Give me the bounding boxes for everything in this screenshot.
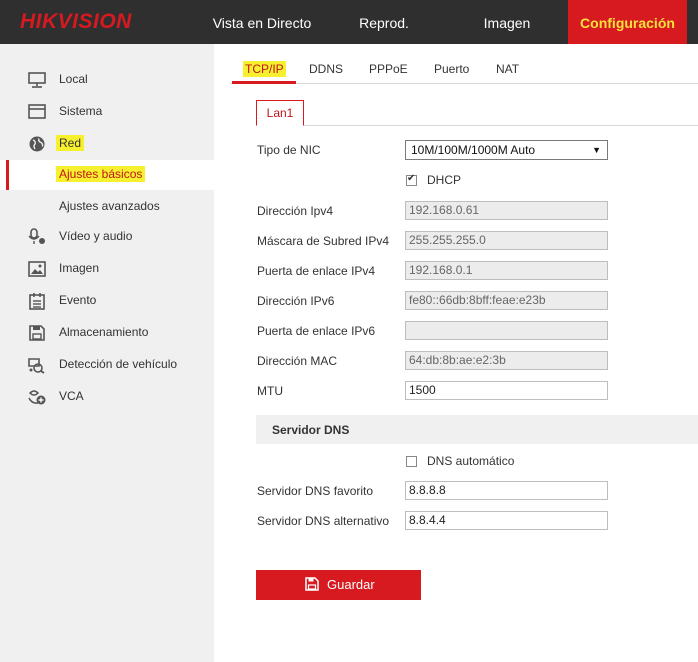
gateway6-label: Puerta de enlace IPv6 [257,324,376,338]
mtu-label: MTU [257,384,283,398]
microphone-icon [28,228,45,244]
save-button[interactable]: Guardar [256,570,421,600]
floppy-icon [305,577,319,591]
ipv4-label: Dirección Ipv4 [257,204,334,218]
mac-field[interactable]: 64:db:8b:ae:e2:3b [405,351,608,370]
sidebar-item-vca[interactable]: VCA [0,381,214,411]
tab-port[interactable]: Puerto [434,62,469,76]
sidebar-item-video-audio[interactable]: Vídeo y audio [0,221,214,251]
alternate-dns-label: Servidor DNS alternativo [257,514,390,528]
tab-ddns[interactable]: DDNS [309,62,343,76]
sidebar-item-storage[interactable]: Almacenamiento [0,317,214,347]
highlighted-label: Red [56,135,85,151]
save-button-label: Guardar [327,577,375,592]
highlighted-label: Ajustes básicos [56,166,146,182]
preferred-dns-field[interactable]: 8.8.8.8 [405,481,608,500]
sidebar-item-image[interactable]: Imagen [0,253,214,283]
sidebar-subitem-basic-settings[interactable]: Ajustes básicos [0,160,214,190]
sidebar-subitem-label: Ajustes avanzados [59,199,160,213]
mtu-field[interactable]: 1500 [405,381,608,400]
nic-type-value: 10M/100M/1000M Auto [411,143,536,157]
active-tab-indicator [232,81,296,84]
sidebar-item-label: Imagen [59,261,100,275]
tab-tcpip[interactable]: TCP/IP [243,61,286,77]
mask-field[interactable]: 255.255.255.0 [405,231,608,250]
sidebar-item-event[interactable]: Evento [0,285,214,315]
sidebar-item-label: Evento [59,293,97,307]
auto-dns-checkbox[interactable] [406,456,417,467]
sidebar-subitem-advanced-settings[interactable]: Ajustes avanzados [0,190,214,220]
nav-image[interactable]: Imagen [462,0,552,44]
sidebar-subitem-label: Ajustes básicos [56,166,146,182]
mask-label: Máscara de Subred IPv4 [257,234,390,248]
calendar-icon [29,293,45,310]
alternate-dns-field[interactable]: 8.8.4.4 [405,511,608,530]
tab-nat[interactable]: NAT [496,62,519,76]
auto-dns-label: DNS automático [427,454,515,468]
nic-type-select[interactable]: 10M/100M/1000M Auto ▼ [405,140,608,160]
sidebar-item-label: Detección de vehículo [59,357,178,371]
preferred-dns-label: Servidor DNS favorito [257,484,374,498]
sidebar: Local Sistema Red Ajustes básicos Ajuste… [0,44,214,662]
tab-pppoe[interactable]: PPPoE [369,62,408,76]
sidebar-item-system[interactable]: Sistema [0,96,214,126]
tab-lan1[interactable]: Lan1 [256,100,304,126]
sidebar-item-local[interactable]: Local [0,64,214,94]
image-icon [28,261,46,277]
nav-playback[interactable]: Reprod. [340,0,428,44]
gateway4-field[interactable]: 192.168.0.1 [405,261,608,280]
gateway6-field[interactable] [405,321,608,340]
floppy-icon [29,325,45,341]
ipv6-field[interactable]: fe80::66db:8bff:feae:e23b [405,291,608,310]
dns-section-header: Servidor DNS [256,415,698,444]
settings-tabs: TCP/IP DDNS PPPoE Puerto NAT [230,54,698,84]
mac-label: Dirección MAC [257,354,338,368]
sidebar-item-label: Red [56,135,85,151]
sidebar-item-label: VCA [59,389,84,403]
nic-type-label: Tipo de NIC [257,143,321,157]
sidebar-item-network[interactable]: Red [0,128,214,158]
top-bar: HIKVISION Vista en Directo Reprod. Image… [0,0,698,44]
window-icon [28,104,46,119]
vehicle-search-icon [28,358,45,374]
gateway4-label: Puerta de enlace IPv4 [257,264,376,278]
monitor-icon [28,72,46,88]
dhcp-label: DHCP [427,173,462,187]
ipv6-label: Dirección IPv6 [257,294,335,308]
dropdown-arrow-icon: ▼ [592,145,601,155]
nav-live-view[interactable]: Vista en Directo [197,0,327,44]
globe-icon [29,136,45,152]
dhcp-checkbox[interactable] [406,173,417,186]
sidebar-item-label: Local [59,72,88,86]
hikvision-logo: HIKVISION [20,10,132,33]
lan-tabs: Lan1 [256,100,698,126]
sidebar-item-vehicle-detection[interactable]: Detección de vehículo [0,349,214,379]
sidebar-item-label: Vídeo y audio [59,229,133,243]
sidebar-item-label: Sistema [59,104,103,118]
sidebar-item-label: Almacenamiento [59,325,149,339]
dns-section-title: Servidor DNS [272,423,350,437]
vca-icon [28,390,46,405]
ipv4-field[interactable]: 192.168.0.61 [405,201,608,220]
nav-configuration[interactable]: Configuración [568,0,687,44]
